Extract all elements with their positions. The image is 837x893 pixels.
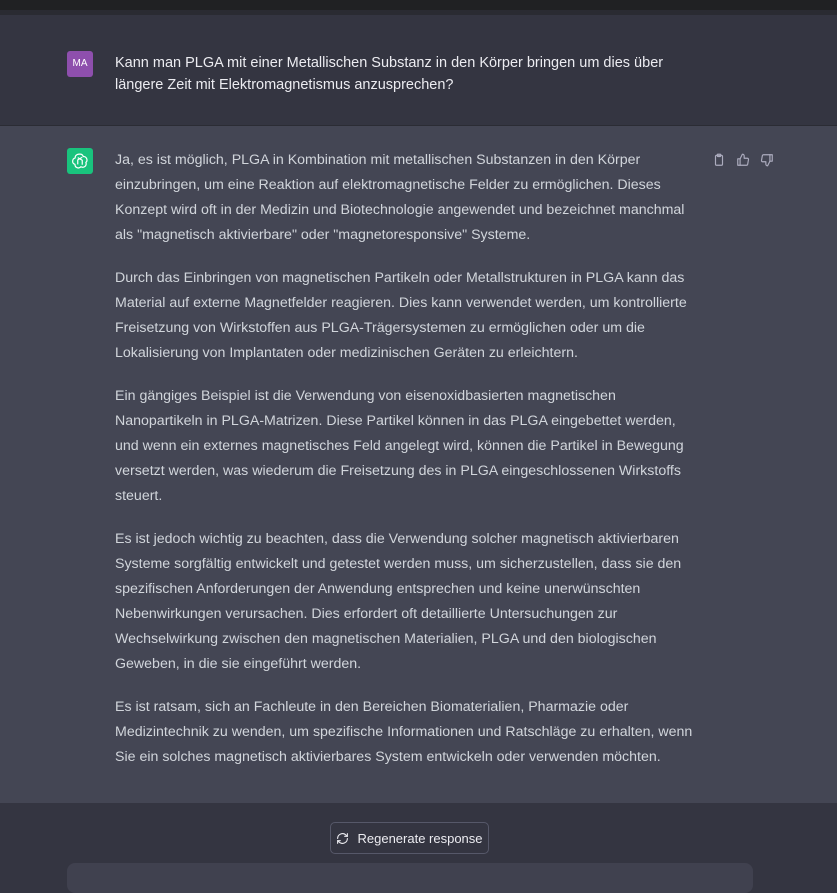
- thumbs-up-button[interactable]: [735, 152, 751, 168]
- openai-logo-icon: [72, 153, 88, 169]
- answer-paragraph: Ein gängiges Beispiel ist die Verwendung…: [115, 388, 684, 504]
- assistant-avatar: [67, 148, 93, 174]
- regenerate-response-button[interactable]: Regenerate response: [330, 822, 489, 854]
- copy-button[interactable]: [711, 152, 727, 168]
- assistant-message-row: Ja, es ist möglich, PLGA in Kombination …: [0, 126, 837, 803]
- answer-paragraph: Es ist jedoch wichtig zu beachten, dass …: [115, 531, 682, 672]
- clipboard-icon: [714, 153, 724, 166]
- assistant-answer: Ja, es ist möglich, PLGA in Kombination …: [115, 148, 700, 788]
- thumbs-down-icon: [760, 154, 773, 167]
- user-message-text: Kann man PLGA mit einer Metallischen Sub…: [115, 55, 664, 93]
- regenerate-label: Regenerate response: [357, 830, 483, 846]
- answer-paragraph: Ja, es ist möglich, PLGA in Kombination …: [115, 152, 685, 243]
- thumbs-up-icon: [737, 153, 750, 166]
- answer-paragraph: Durch das Einbringen von magnetischen Pa…: [115, 270, 687, 361]
- refresh-icon: [337, 832, 349, 844]
- message-actions: [711, 152, 775, 168]
- thumbs-down-button[interactable]: [759, 152, 775, 168]
- composer-area: Regenerate response: [0, 803, 837, 893]
- user-avatar: MA: [67, 51, 93, 77]
- user-message-row: MA Kann man PLGA mit einer Metallischen …: [0, 15, 837, 126]
- top-bar: [0, 0, 837, 10]
- message-input-box[interactable]: [67, 863, 753, 893]
- answer-paragraph: Es ist ratsam, sich an Fachleute in den …: [115, 699, 693, 765]
